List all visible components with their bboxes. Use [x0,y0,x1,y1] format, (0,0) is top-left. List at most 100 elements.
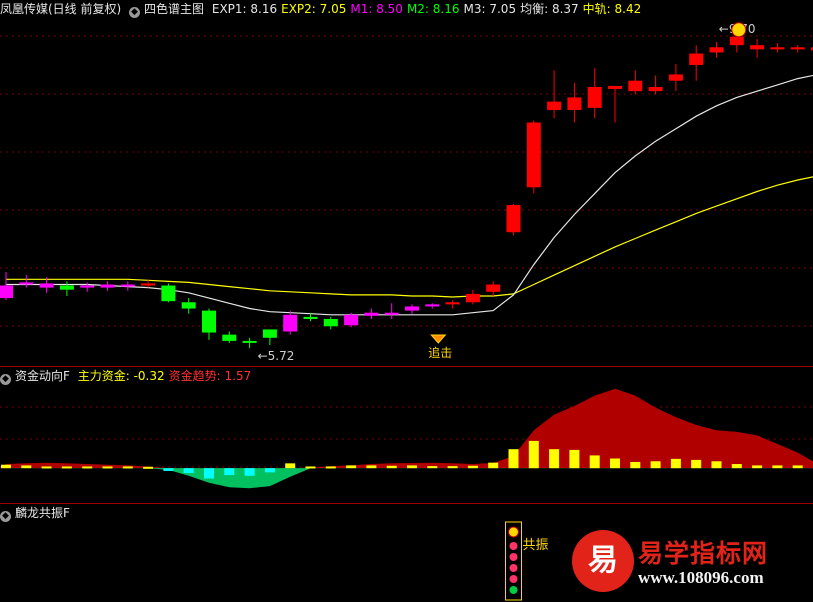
money-bar-38 [772,465,783,469]
money-bar-7 [143,466,154,469]
money-bar-22 [447,466,458,469]
indicator-value-3: M2: 8.16 [406,2,460,16]
candle-body-16 [323,318,338,327]
candle-body-3 [59,285,74,290]
candle-body-38 [770,47,785,50]
money-bar-8 [163,468,174,471]
money-bar-26 [528,440,539,469]
money-bar-12 [244,468,255,476]
indicator-value-5: 均衡: 8.37 [520,2,579,16]
money-bar-27 [549,449,560,469]
logo-url: www.108096.com [638,568,764,587]
indicator-name: 四色谱主图 [144,2,205,16]
candle-body-31 [628,80,643,92]
candle-body-8 [161,285,176,302]
money-bar-3 [61,466,72,469]
candle-body-9 [181,302,196,309]
resonance-header: ◆ 麟龙共振F [0,504,74,522]
money-value-0: 主力资金: -0.32 [77,369,165,383]
main-chart-header: 凤凰传媒(日线 前复权) ◆ 四色谱主图 EXP1: 8.16 EXP2: 7.05… [0,0,649,18]
candle-body-32 [648,86,663,92]
resonance-label: 共振 [523,538,549,553]
candle-body-22 [445,302,460,305]
money-bar-35 [711,461,722,469]
money-bar-9 [183,468,194,474]
resonance-indicator-name: 麟龙共振F [15,506,70,520]
resonance-toggle-icon[interactable]: ◆ [0,511,11,522]
candle-body-0 [0,285,13,299]
chase-diamond-icon [430,334,447,344]
money-bar-33 [670,458,681,469]
money-bar-23 [467,465,478,469]
resonance-dot-0 [509,542,518,550]
money-bar-28 [569,449,580,469]
candle-body-5 [100,284,115,288]
money-bar-32 [650,461,661,469]
money-indicator-values: 主力资金: -0.32 资金趋势: 1.57 [78,369,256,383]
indicator-value-0: EXP1: 8.16 [211,2,278,16]
money-value-1: 资金趋势: 1.57 [168,369,252,383]
candle-body-28 [567,97,582,110]
money-bar-20 [407,465,417,469]
main-chart-panel: ←9.70←5.72追击 凤凰传媒(日线 前复权) ◆四色谱主图 EXP1: 8… [0,0,813,366]
indicator-value-4: M3: 7.05 [463,2,517,16]
candle-body-11 [222,334,237,341]
money-bar-15 [305,466,316,469]
money-bar-21 [427,466,438,469]
money-bar-34 [691,459,702,469]
money-bar-10 [204,468,214,479]
candle-body-2 [39,283,54,288]
money-bar-1 [21,465,32,469]
money-bar-29 [589,455,600,469]
money-bar-39 [792,465,803,469]
logo-mark-icon: 易 [572,530,634,592]
money-bar-18 [366,465,377,469]
candle-body-35 [709,47,724,53]
candle-body-17 [344,314,359,326]
indicator-values: EXP1: 8.16 EXP2: 7.05 M1: 8.50 M2: 8.16 M3: … [212,2,645,16]
low-price-label: ←5.72 [258,349,295,363]
candle-body-29 [587,86,602,108]
candle-body-14 [283,314,298,332]
candle-body-4 [80,285,95,288]
logo-title: 易学指标网 [638,539,769,568]
money-bar-5 [102,466,113,469]
money-bar-36 [731,464,742,469]
money-indicator-name: 资金动向F [15,369,70,383]
candlestick-chart: ←9.70←5.72追击 [0,22,813,363]
money-bar-16 [325,466,336,469]
candle-body-30 [608,85,622,90]
money-bar-11 [224,468,235,476]
money-bar-6 [122,466,133,469]
money-bar-25 [508,449,519,469]
indicator-toggle-icon[interactable]: ◆ [129,7,141,18]
stock-title: 凤凰传媒(日线 前复权) [0,2,122,16]
candle-body-6 [120,284,135,287]
exp2-line [6,176,813,298]
candle-body-26 [526,122,541,188]
candle-body-12 [242,340,257,343]
money-flow-panel: ◆ 资金动向F 主力资金: -0.32 资金趋势: 1.57 [0,367,813,503]
money-bar-19 [386,465,397,469]
money-bar-24 [488,462,499,469]
chase-label: 追击 [428,345,452,360]
candle-body-37 [750,45,765,50]
indicator-value-1: EXP2: 7.05 [281,2,347,16]
candle-body-25 [506,205,521,233]
candle-body-34 [689,53,704,66]
money-bar-2 [41,466,52,469]
high-coin-icon [731,22,747,38]
candle-body-13 [262,329,277,338]
money-bar-4 [82,466,93,469]
candle-body-27 [547,101,562,110]
candle-body-15 [303,316,318,319]
money-trend-area-negative [0,468,813,489]
watermark-logo: 易 易学指标网 www.108096.com [572,530,813,602]
money-bar-17 [346,465,357,469]
money-bar-0 [1,464,11,469]
candle-body-1 [19,282,34,285]
money-indicator-toggle-icon[interactable]: ◆ [0,374,11,385]
candle-body-19 [384,312,399,315]
candle-body-10 [202,310,216,333]
money-flow-chart [0,388,813,489]
